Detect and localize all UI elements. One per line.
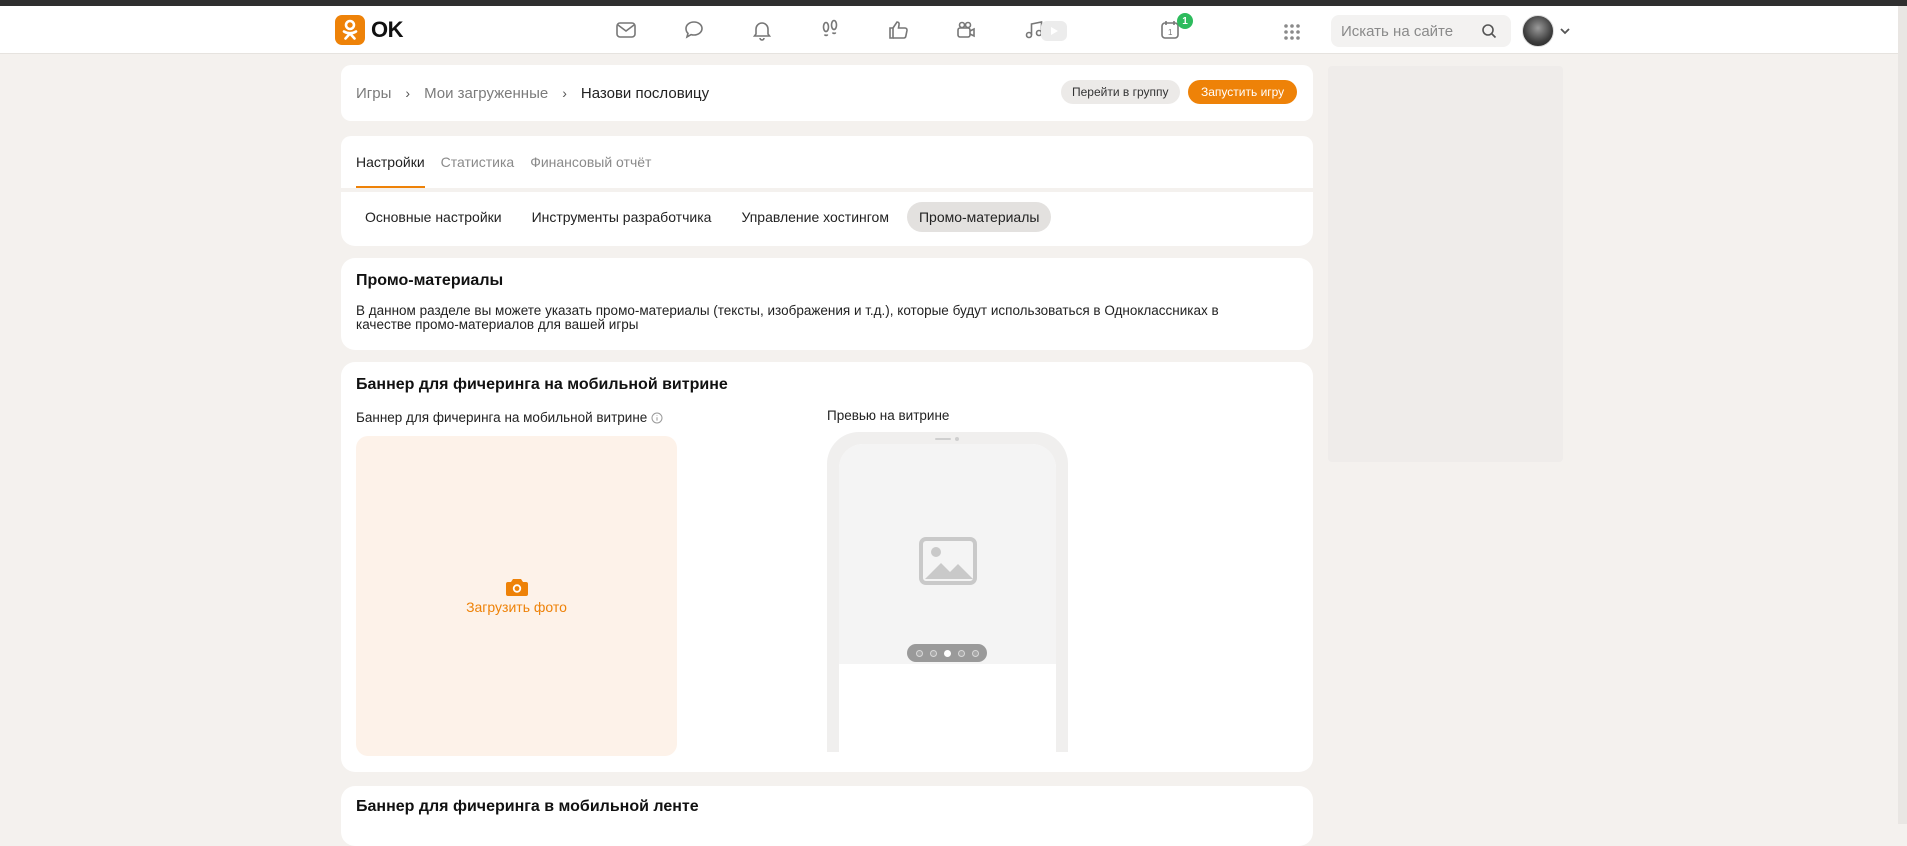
site-search: [1331, 15, 1511, 47]
video-camera-icon: [957, 21, 975, 38]
mobile-showcase-banner-title: Баннер для фичеринга на мобильной витрин…: [356, 376, 728, 393]
mobile-feed-banner-card: Баннер для фичеринга в мобильной ленте: [341, 786, 1313, 846]
right-ad-slot: [1328, 66, 1563, 462]
subtab-basic-settings[interactable]: Основные настройки: [353, 202, 514, 232]
chevron-down-icon[interactable]: [1559, 26, 1571, 36]
camera-icon: [505, 579, 528, 596]
carousel-dot[interactable]: [957, 649, 965, 657]
breadcrumb: Игры › Мои загруженные › Назови пословиц…: [356, 65, 709, 121]
breadcrumb-separator-icon: ›: [562, 85, 567, 101]
breadcrumb-games[interactable]: Игры: [356, 85, 391, 102]
mobile-feed-banner-title: Баннер для фичеринга в мобильной ленте: [356, 798, 699, 815]
subtab-developer-tools[interactable]: Инструменты разработчика: [520, 202, 724, 232]
bell-icon: [752, 22, 772, 41]
phone-screen: [839, 444, 1056, 752]
messages-button[interactable]: [592, 16, 660, 44]
mobile-showcase-field: Баннер для фичеринга на мобильной витрин…: [356, 410, 663, 425]
upload-photo-dropzone[interactable]: Загрузить фото: [356, 436, 677, 756]
subtab-hosting-management[interactable]: Управление хостингом: [729, 202, 901, 232]
carousel-dot[interactable]: [929, 649, 937, 657]
settings-subtabs: Основные настройки Инструменты разработч…: [353, 202, 1052, 232]
tab-statistics[interactable]: Статистика: [441, 136, 515, 188]
settings-tabs-panel: Настройки Статистика Финансовый отчёт Ос…: [341, 136, 1313, 246]
mobile-showcase-field-label: Баннер для фичеринга на мобильной витрин…: [356, 410, 648, 425]
ok-logo-text: OK: [371, 17, 404, 42]
carousel-dot[interactable]: [971, 649, 979, 657]
banner-preview-area: [839, 444, 1056, 664]
events-button[interactable]: 1 1: [1136, 13, 1204, 44]
upload-photo-label: Загрузить фото: [466, 599, 567, 615]
footprints-icon: [822, 19, 838, 37]
ok-logo-icon: [335, 15, 365, 45]
apps-menu-button[interactable]: [1283, 23, 1301, 46]
mobile-showcase-banner-card: Баннер для фичеринга на мобильной витрин…: [341, 362, 1313, 772]
search-input[interactable]: [1341, 22, 1481, 40]
promo-section-description: В данном разделе вы можете указать промо…: [356, 303, 1219, 332]
info-icon[interactable]: [651, 412, 663, 424]
spacer-slot: [1068, 16, 1136, 44]
phone-preview-mockup: [827, 432, 1068, 752]
carousel-dot-active[interactable]: [943, 649, 951, 657]
go-to-group-button[interactable]: Перейти в группу: [1061, 80, 1180, 104]
breadcrumb-current-game: Назови пословицу: [580, 84, 710, 102]
showcase-preview-label: Превью на витрине: [827, 408, 950, 423]
play-icon: [1051, 27, 1058, 35]
promo-info-card: Промо-материалы В данном разделе вы може…: [341, 258, 1313, 350]
subtab-promo-materials[interactable]: Промо-материалы: [906, 202, 1052, 232]
breadcrumb-my-uploaded[interactable]: Мои загруженные: [424, 85, 548, 102]
carousel-dot[interactable]: [915, 649, 923, 657]
user-avatar[interactable]: [1522, 15, 1554, 47]
discussions-button[interactable]: [660, 16, 728, 44]
search-icon[interactable]: [1481, 23, 1497, 39]
launch-game-button[interactable]: Запустить игру: [1188, 80, 1298, 104]
tabs-divider: [341, 188, 1313, 192]
promo-section-title: Промо-материалы: [356, 272, 504, 289]
page-scrollbar-track[interactable]: [1898, 6, 1907, 824]
tab-financial-report[interactable]: Финансовый отчёт: [530, 136, 651, 188]
phone-notch: [935, 437, 959, 441]
mail-icon: [616, 22, 636, 38]
like-icon: [889, 21, 908, 39]
apps-grid-icon: [1284, 24, 1300, 40]
carousel-pagination: [907, 644, 987, 662]
breadcrumb-bar: Игры › Мои загруженные › Назови пословиц…: [341, 65, 1313, 121]
main-nav-icons: 1 1: [592, 13, 1204, 44]
notifications-button[interactable]: [728, 16, 796, 44]
chat-icon: [685, 21, 703, 39]
reactions-button[interactable]: [864, 16, 932, 44]
notification-count-badge: 1: [1177, 13, 1193, 29]
image-placeholder-icon: [919, 537, 977, 585]
tab-settings[interactable]: Настройки: [356, 136, 425, 188]
breadcrumb-separator-icon: ›: [405, 85, 411, 101]
svg-text:1: 1: [1168, 28, 1173, 37]
video-button[interactable]: [932, 16, 1000, 44]
guests-button[interactable]: [796, 16, 864, 44]
ok-logo[interactable]: OK: [335, 15, 404, 45]
main-tabs: Настройки Статистика Финансовый отчёт: [356, 136, 651, 188]
video-player-chip[interactable]: [1041, 21, 1067, 41]
top-navigation-bar: OK 1 1: [0, 6, 1907, 54]
